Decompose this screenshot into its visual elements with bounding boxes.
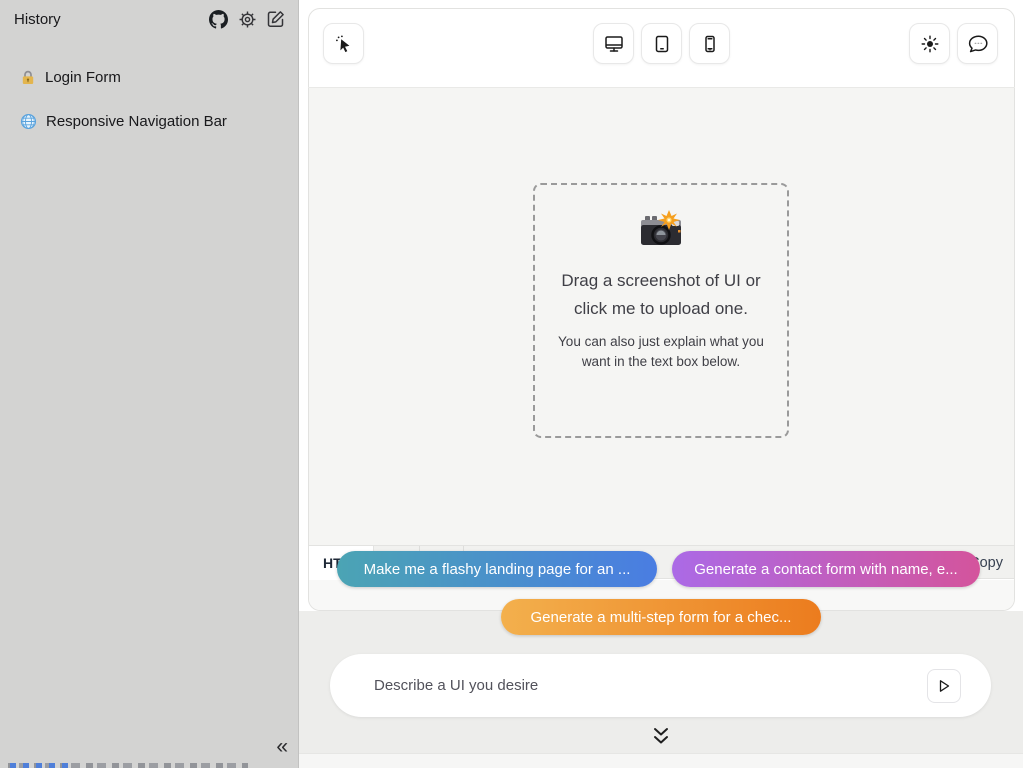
mobile-preview-icon bbox=[700, 34, 720, 54]
lock-icon bbox=[20, 69, 36, 85]
prompt-input[interactable] bbox=[374, 654, 934, 717]
tablet-preview-icon bbox=[652, 34, 672, 54]
history-item-login-form[interactable]: Login Form bbox=[0, 61, 298, 93]
dropzone-hint-line2: want in the text box below. bbox=[535, 352, 787, 372]
sidebar-title: History bbox=[14, 11, 61, 28]
clipped-footer-dots bbox=[10, 763, 70, 768]
settings-gear-icon[interactable] bbox=[237, 9, 257, 29]
mobile-preview-button[interactable] bbox=[689, 23, 730, 64]
prompt-bar bbox=[330, 654, 991, 717]
bottom-band bbox=[299, 753, 1023, 768]
suggestion-pill-contact-form[interactable]: Generate a contact form with name, e... bbox=[672, 551, 980, 587]
dropzone-text-line2: click me to upload one. bbox=[535, 295, 787, 323]
chat-bubble-icon bbox=[967, 33, 989, 55]
history-item-label: Responsive Navigation Bar bbox=[46, 113, 227, 130]
chat-button[interactable] bbox=[957, 23, 998, 64]
camera-flash-icon bbox=[535, 209, 787, 257]
sidebar-header: History bbox=[0, 0, 298, 40]
dropzone-hint: You can also just explain what you want … bbox=[535, 332, 787, 372]
desktop-preview-icon bbox=[604, 34, 624, 54]
history-sidebar: History bbox=[0, 0, 299, 768]
collapse-sidebar-button[interactable]: « bbox=[276, 736, 286, 757]
send-play-icon bbox=[937, 679, 951, 693]
new-chat-pencil-icon[interactable] bbox=[266, 9, 286, 29]
suggestion-pill-multi-step-form[interactable]: Generate a multi-step form for a chec... bbox=[501, 599, 821, 635]
cursor-select-icon bbox=[334, 34, 354, 54]
app-root: History bbox=[0, 0, 1023, 768]
dropzone-text-line1: Drag a screenshot of UI or bbox=[535, 267, 787, 295]
github-icon[interactable] bbox=[208, 9, 228, 29]
history-item-label: Login Form bbox=[45, 69, 121, 86]
send-button[interactable] bbox=[927, 669, 961, 703]
theme-toggle-button[interactable] bbox=[909, 23, 950, 64]
globe-icon bbox=[20, 113, 37, 130]
screenshot-dropzone[interactable]: Drag a screenshot of UI or click me to u… bbox=[533, 183, 789, 438]
dropzone-hint-line1: You can also just explain what you bbox=[535, 332, 787, 352]
desktop-preview-button[interactable] bbox=[593, 23, 634, 64]
scroll-down-chevron-icon[interactable] bbox=[649, 726, 673, 747]
history-item-responsive-navigation-bar[interactable]: Responsive Navigation Bar bbox=[0, 105, 298, 137]
cursor-select-button[interactable] bbox=[323, 23, 364, 64]
tablet-preview-button[interactable] bbox=[641, 23, 682, 64]
suggestion-pill-landing-page[interactable]: Make me a flashy landing page for an ... bbox=[337, 551, 657, 587]
theme-sun-icon bbox=[920, 34, 940, 54]
